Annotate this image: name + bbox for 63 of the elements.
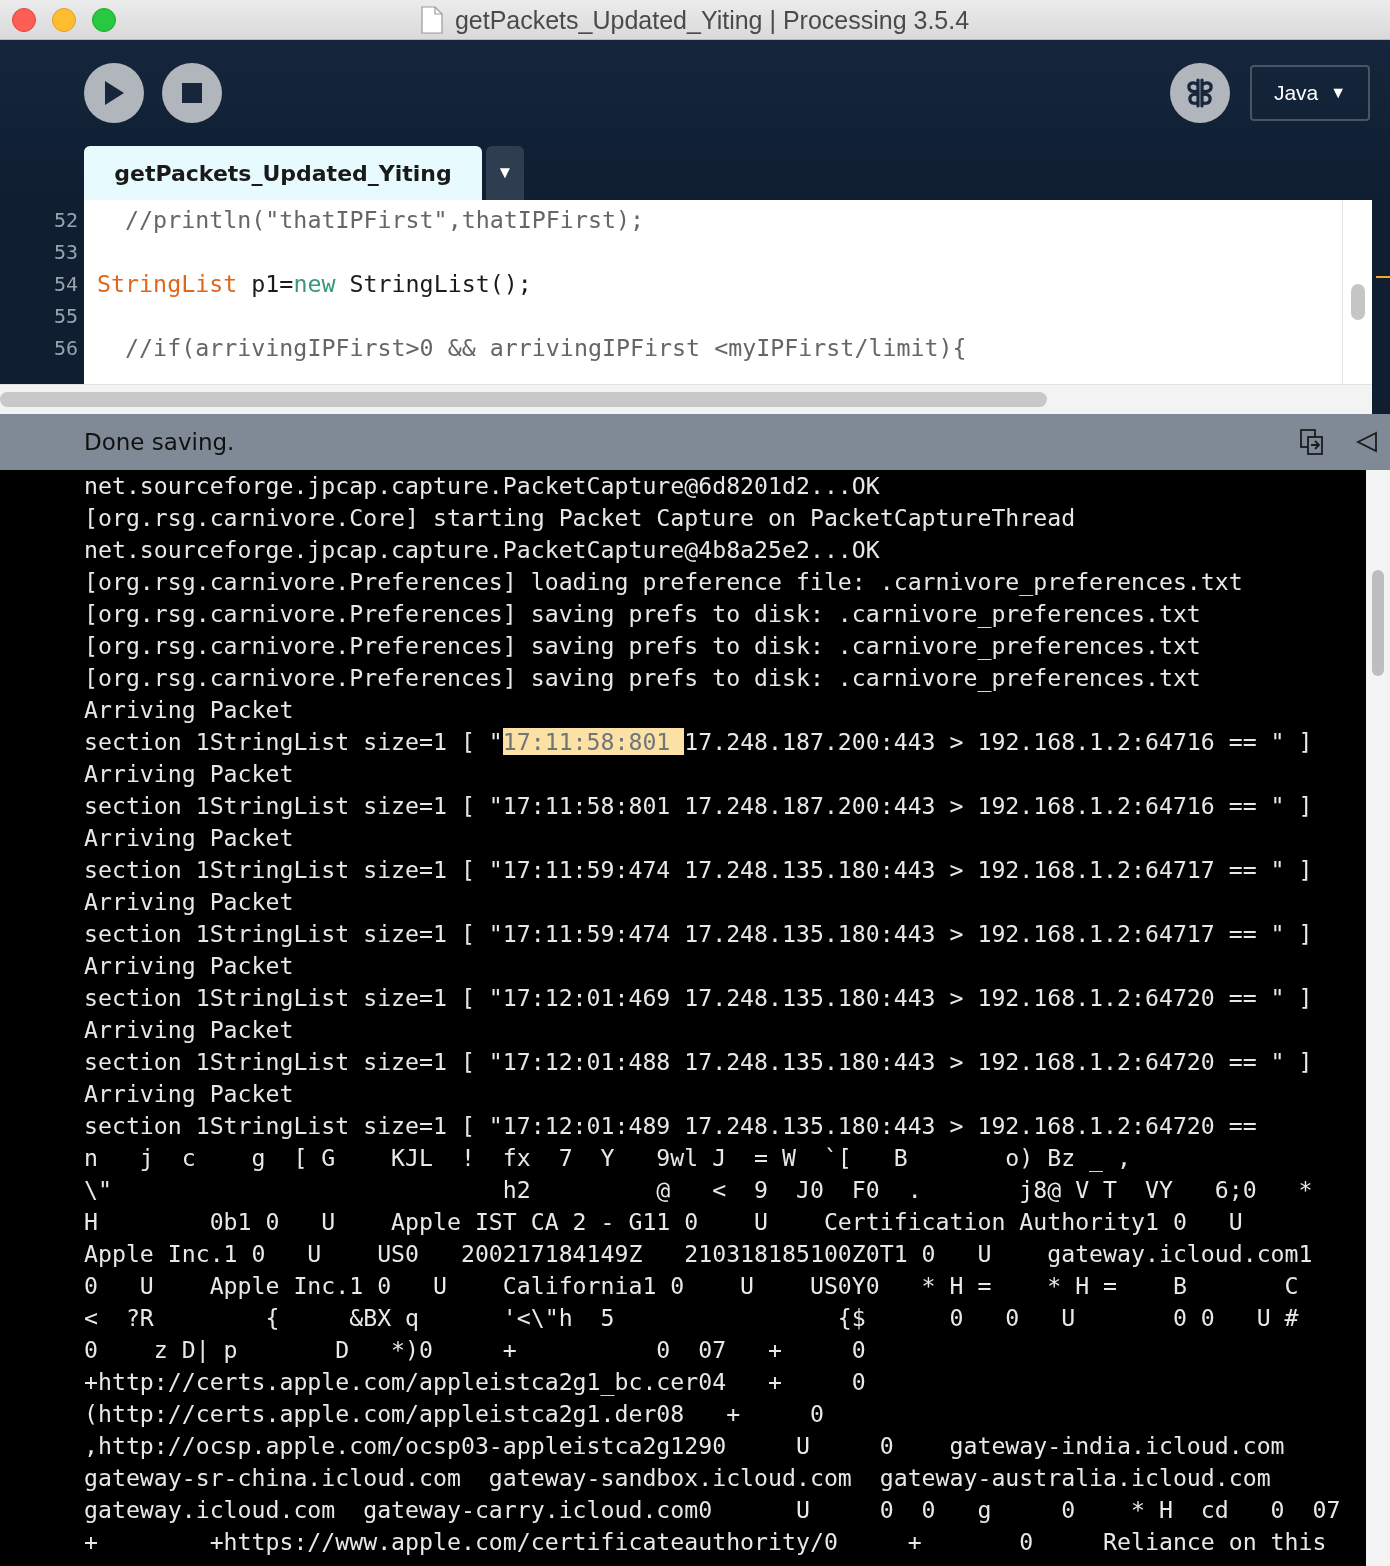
code-line: StringList p1=new StringList(); bbox=[97, 269, 532, 299]
console-line: Arriving Packet bbox=[84, 1016, 294, 1043]
line-number: 56 bbox=[52, 335, 79, 362]
line-number: 53 bbox=[52, 239, 79, 266]
code-line: //if(arrivingIPFirst>0 && arrivingIPFirst <myIPFirst/limit){ bbox=[124, 333, 967, 363]
line-number: 52 bbox=[52, 207, 79, 234]
console-line: n j c g [ G KJL ! fx 7 Y 9wl J = W `[ B o) Bz _ , bbox=[84, 1144, 1131, 1171]
stop-icon bbox=[182, 83, 202, 103]
zoom-button[interactable] bbox=[92, 7, 116, 32]
copy-icon[interactable] bbox=[1300, 429, 1324, 455]
console-line: 0 U Apple Inc.1 0 U California1 0 U US0Y0 * H = * H = B C bbox=[84, 1272, 1299, 1299]
run-button[interactable] bbox=[84, 63, 144, 123]
console-line: Arriving Packet bbox=[84, 696, 294, 723]
console-line: [org.rsg.carnivore.Preferences] loading preference file: .carnivore_preferences.txt bbox=[84, 568, 1243, 595]
console-line: + +https://www.apple.com/certificateauthority/0 + 0 Reliance on this bbox=[84, 1528, 1327, 1555]
document-icon bbox=[420, 6, 443, 34]
console-line: [org.rsg.carnivore.Preferences] saving prefs to disk: .carnivore_preferences.txt bbox=[84, 632, 1201, 659]
highlighted-text: 17:11:58:801 bbox=[502, 728, 685, 755]
console-line: gateway.icloud.com gateway-carry.icloud.com0 U 0 0 g 0 * H cd 0 07 bbox=[84, 1496, 1341, 1523]
console-line: Apple Inc.1 0 U US0 200217184149Z 210318185100Z0T1 0 U gateway.icloud.com1 bbox=[84, 1240, 1313, 1267]
collapse-icon[interactable] bbox=[1356, 431, 1378, 453]
console-line: section 1StringList size=1 [ "17:12:01:488 17.248.135.180:443 > 192.168.1.2:64720 == " ] bbox=[84, 1048, 1313, 1075]
console-line: +http://certs.apple.com/appleistca2g1_bc.cer04 + 0 bbox=[84, 1368, 866, 1395]
console-line: net.sourceforge.jpcap.capture.PacketCapture@6d8201d2...OK bbox=[84, 472, 880, 499]
console-line: [org.rsg.carnivore.Preferences] saving prefs to disk: .carnivore_preferences.txt bbox=[84, 664, 1201, 691]
console-line: < ?R { &BX q '<\"h 5 {$ 0 0 U 0 0 U # bbox=[84, 1304, 1299, 1331]
close-button[interactable] bbox=[12, 7, 36, 32]
console-line: \" h2 @ < 9 J0 F0 . j8@ V T VY 6;0 * bbox=[84, 1176, 1313, 1203]
console-line: Arriving Packet bbox=[84, 760, 294, 787]
sketch-tab[interactable]: getPackets_Updated_Yiting bbox=[84, 146, 482, 200]
console-line: Arriving Packet bbox=[84, 1080, 294, 1107]
console-line: (http://certs.apple.com/appleistca2g1.der08 + 0 bbox=[84, 1400, 824, 1427]
console-line: section 1StringList size=1 [ "17:11:59:474 17.248.135.180:443 > 192.168.1.2:64717 == " ] bbox=[84, 920, 1313, 947]
status-message: Done saving. bbox=[84, 429, 236, 455]
console-line: H 0b1 0 U Apple IST CA 2 - G11 0 U Certification Authority1 0 U bbox=[84, 1208, 1243, 1235]
error-marker bbox=[1376, 276, 1390, 278]
console-line: section 1StringList size=1 [ "17:11:58:801 17.248.187.200:443 > 192.168.1.2:64716 == " ] bbox=[84, 792, 1313, 819]
console-line: 0 z D| p D *)0 + 0 07 + 0 bbox=[84, 1336, 866, 1363]
console-line: Arriving Packet bbox=[84, 888, 294, 915]
line-number: 55 bbox=[52, 303, 79, 330]
console-line: Arriving Packet bbox=[84, 824, 294, 851]
line-number: 54 bbox=[52, 271, 79, 298]
console-line: Arriving Packet bbox=[84, 952, 294, 979]
play-icon bbox=[103, 80, 125, 106]
code-line: //println("thatIPFirst",thatIPFirst); bbox=[124, 205, 644, 235]
stop-button[interactable] bbox=[162, 63, 222, 123]
tab-menu-button[interactable]: ▼ bbox=[486, 146, 524, 200]
console-line: section 1StringList size=1 [ "17:12:01:489 17.248.135.180:443 > 192.168.1.2:64720 == bbox=[84, 1112, 1257, 1139]
console-line: section 1StringList size=1 [ "17:12:01:469 17.248.135.180:443 > 192.168.1.2:64720 == " ] bbox=[84, 984, 1313, 1011]
console-line: [org.rsg.carnivore.Preferences] saving prefs to disk: .carnivore_preferences.txt bbox=[84, 600, 1201, 627]
console-line: [org.rsg.carnivore.Core] starting Packet Capture on PacketCaptureThread bbox=[84, 504, 1076, 531]
vertical-scrollbar[interactable] bbox=[1366, 470, 1390, 1566]
debug-button[interactable] bbox=[1170, 63, 1230, 123]
console-line: net.sourceforge.jpcap.capture.PacketCapture@4b8a25e2...OK bbox=[84, 536, 880, 563]
console-line: section 1StringList size=1 [ " bbox=[84, 728, 503, 755]
minimize-button[interactable] bbox=[52, 7, 76, 32]
window-title: getPackets_Updated_Yiting | Processing 3.5.4 bbox=[454, 5, 970, 35]
horizontal-scrollbar[interactable] bbox=[0, 384, 1372, 414]
console-line: gateway-sr-china.icloud.com gateway-sandbox.icloud.com gateway-australia.icloud.com bbox=[84, 1464, 1271, 1491]
console-line: 17.248.187.200:443 > 192.168.1.2:64716 == " ] bbox=[684, 728, 1313, 755]
mode-dropdown[interactable]: Java ▼ bbox=[1250, 65, 1370, 121]
console-line: ,http://ocsp.apple.com/ocsp03-appleistca2g1290 U 0 gateway-india.icloud.com bbox=[84, 1432, 1285, 1459]
console-line: section 1StringList size=1 [ "17:11:59:474 17.248.135.180:443 > 192.168.1.2:64717 == " ] bbox=[84, 856, 1313, 883]
